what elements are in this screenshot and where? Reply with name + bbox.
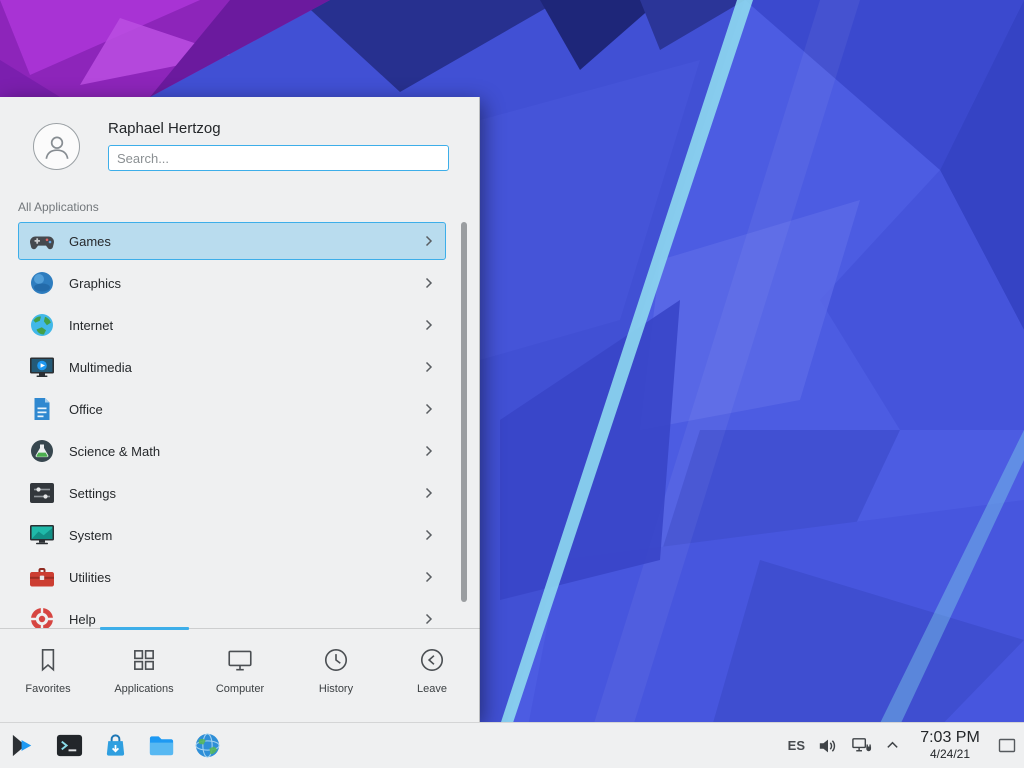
history-clock-icon bbox=[322, 646, 350, 674]
category-label: Games bbox=[69, 234, 425, 249]
show-desktop-button[interactable] bbox=[997, 736, 1017, 756]
multimedia-icon bbox=[28, 353, 56, 381]
category-label: Science & Math bbox=[69, 444, 425, 459]
tab-label: Favorites bbox=[25, 683, 70, 695]
category-label: Utilities bbox=[69, 570, 425, 585]
submenu-arrow-icon bbox=[425, 319, 433, 331]
submenu-arrow-icon bbox=[425, 403, 433, 415]
submenu-arrow-icon bbox=[425, 445, 433, 457]
settings-icon bbox=[28, 479, 56, 507]
category-multimedia[interactable]: Multimedia bbox=[18, 348, 446, 386]
tab-favorites[interactable]: Favorites bbox=[0, 629, 96, 722]
applications-grid-icon bbox=[130, 646, 158, 674]
folder-icon bbox=[147, 731, 176, 760]
clock-widget[interactable]: 7:03 PM 4/24/21 bbox=[913, 729, 987, 761]
category-office[interactable]: Office bbox=[18, 390, 446, 428]
clock-date: 4/24/21 bbox=[913, 748, 987, 762]
user-name: Raphael Hertzog bbox=[108, 120, 221, 137]
category-science-math[interactable]: Science & Math bbox=[18, 432, 446, 470]
application-launcher-button[interactable] bbox=[7, 730, 39, 762]
office-icon bbox=[28, 395, 56, 423]
category-label: Graphics bbox=[69, 276, 425, 291]
network-button[interactable] bbox=[851, 735, 872, 756]
discover-bag-icon bbox=[101, 731, 130, 760]
tab-label: Leave bbox=[417, 683, 447, 695]
category-list: Games Graphics bbox=[18, 222, 446, 628]
submenu-arrow-icon bbox=[425, 571, 433, 583]
leave-icon bbox=[418, 646, 446, 674]
tab-bar: Favorites Applications bbox=[0, 628, 480, 722]
help-icon bbox=[28, 605, 56, 628]
category-label: System bbox=[69, 528, 425, 543]
category-label: Multimedia bbox=[69, 360, 425, 375]
category-settings[interactable]: Settings bbox=[18, 474, 446, 512]
tab-leave[interactable]: Leave bbox=[384, 629, 480, 722]
tray-expander-button[interactable] bbox=[885, 738, 900, 753]
category-label: Office bbox=[69, 402, 425, 417]
desktop: Raphael Hertzog All Applications Games bbox=[0, 0, 1024, 768]
taskbar-apps bbox=[0, 730, 237, 762]
person-icon bbox=[41, 131, 73, 163]
category-graphics[interactable]: Graphics bbox=[18, 264, 446, 302]
category-internet[interactable]: Internet bbox=[18, 306, 446, 344]
terminal-button[interactable] bbox=[53, 730, 85, 762]
science-icon bbox=[28, 437, 56, 465]
internet-icon bbox=[28, 311, 56, 339]
graphics-icon bbox=[28, 269, 56, 297]
category-system[interactable]: System bbox=[18, 516, 446, 554]
tab-history[interactable]: History bbox=[288, 629, 384, 722]
submenu-arrow-icon bbox=[425, 529, 433, 541]
submenu-arrow-icon bbox=[425, 235, 433, 247]
tab-label: History bbox=[319, 683, 353, 695]
tab-computer[interactable]: Computer bbox=[192, 629, 288, 722]
submenu-arrow-icon bbox=[425, 361, 433, 373]
system-icon bbox=[28, 521, 56, 549]
submenu-arrow-icon bbox=[425, 487, 433, 499]
tab-label: Computer bbox=[216, 683, 264, 695]
utilities-icon bbox=[28, 563, 56, 591]
category-label: Settings bbox=[69, 486, 425, 501]
category-utilities[interactable]: Utilities bbox=[18, 558, 446, 596]
active-tab-indicator bbox=[100, 627, 189, 630]
category-label: Internet bbox=[69, 318, 425, 333]
keyboard-layout-indicator[interactable]: ES bbox=[788, 738, 805, 753]
category-help[interactable]: Help bbox=[18, 600, 446, 628]
games-icon bbox=[28, 227, 56, 255]
category-games[interactable]: Games bbox=[18, 222, 446, 260]
search-input[interactable] bbox=[108, 145, 449, 171]
tab-applications[interactable]: Applications bbox=[96, 629, 192, 722]
globe-browser-icon bbox=[193, 731, 222, 760]
user-avatar[interactable] bbox=[33, 123, 80, 170]
computer-icon bbox=[226, 646, 254, 674]
bookmark-icon bbox=[34, 646, 62, 674]
kde-launcher-icon bbox=[9, 731, 38, 760]
application-launcher-menu: Raphael Hertzog All Applications Games bbox=[0, 97, 480, 722]
web-browser-button[interactable] bbox=[191, 730, 223, 762]
section-label: All Applications bbox=[18, 200, 99, 214]
taskbar: ES bbox=[0, 722, 1024, 768]
file-manager-button[interactable] bbox=[145, 730, 177, 762]
submenu-arrow-icon bbox=[425, 613, 433, 625]
submenu-arrow-icon bbox=[425, 277, 433, 289]
software-center-button[interactable] bbox=[99, 730, 131, 762]
tab-label: Applications bbox=[114, 683, 173, 695]
list-scrollbar[interactable] bbox=[461, 222, 467, 602]
category-label: Help bbox=[69, 612, 425, 627]
clock-time: 7:03 PM bbox=[913, 729, 987, 747]
volume-button[interactable] bbox=[818, 736, 838, 756]
system-tray: ES bbox=[775, 729, 1024, 761]
terminal-icon bbox=[55, 731, 84, 760]
